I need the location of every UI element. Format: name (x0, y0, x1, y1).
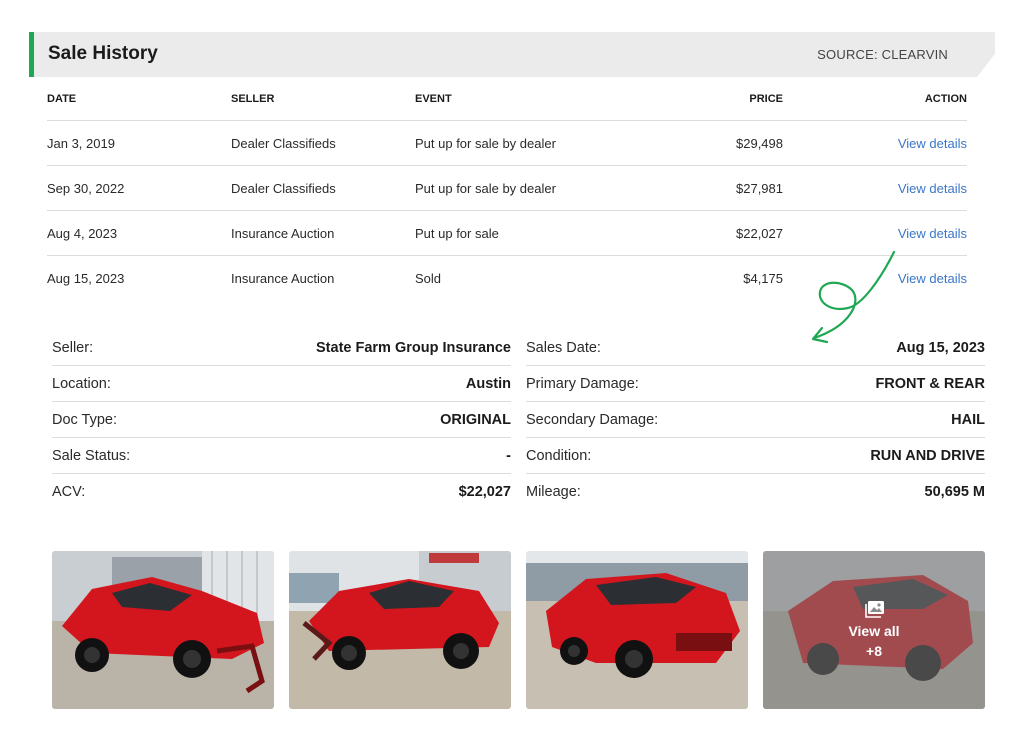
column-header-action: ACTION (924, 92, 967, 105)
detail-value: 50,695 M (924, 484, 985, 500)
column-header-seller: SELLER (231, 92, 275, 105)
view-all-count: +8 (866, 643, 882, 659)
cell-seller: Dealer Classifieds (231, 135, 336, 151)
detail-label: Doc Type: (52, 411, 118, 428)
detail-value: $22,027 (458, 484, 511, 500)
detail-row-mileage: Mileage: 50,695 M (526, 474, 985, 510)
detail-row-sales-date: Sales Date: Aug 15, 2023 (526, 330, 985, 366)
detail-row-primary-damage: Primary Damage: FRONT & REAR (526, 366, 985, 402)
cell-date: Aug 4, 2023 (47, 225, 118, 241)
cell-price: $4,175 (743, 271, 783, 286)
details-right-column: Sales Date: Aug 15, 2023 Primary Damage:… (526, 330, 985, 510)
detail-value: Austin (465, 375, 511, 392)
photo-gallery: View all +8 (52, 551, 985, 709)
vehicle-photo-1[interactable] (52, 551, 274, 709)
detail-row-location: Location: Austin (52, 366, 511, 402)
detail-label: Sale Status: (52, 447, 131, 464)
cell-date: Sep 30, 2022 (47, 180, 125, 196)
detail-row-seller: Seller: State Farm Group Insurance (52, 330, 511, 366)
table-row: Jan 3, 2019 Dealer Classifieds Put up fo… (47, 121, 967, 166)
detail-row-doc-type: Doc Type: ORIGINAL (52, 402, 511, 438)
cell-seller: Insurance Auction (231, 271, 335, 286)
column-header-price: PRICE (749, 92, 783, 105)
view-details-link[interactable]: View details (783, 136, 967, 151)
detail-row-condition: Condition: RUN AND DRIVE (526, 438, 985, 474)
section-title: Sale History (48, 43, 158, 64)
detail-value: Aug 15, 2023 (896, 339, 985, 356)
cell-date: Jan 3, 2019 (47, 135, 115, 151)
column-header-date: DATE (47, 92, 77, 105)
view-details-link[interactable]: View details (783, 181, 967, 196)
detail-value: FRONT & REAR (875, 375, 985, 392)
detail-label: Secondary Damage: (526, 411, 659, 428)
cell-date: Aug 15, 2023 (47, 271, 125, 286)
detail-label: Primary Damage: (526, 375, 639, 392)
cell-price: $29,498 (736, 135, 783, 151)
detail-label: ACV: (52, 484, 86, 500)
cell-price: $22,027 (736, 225, 783, 241)
detail-value: HAIL (951, 411, 985, 428)
detail-row-sale-status: Sale Status: - (52, 438, 511, 474)
cell-event: Put up for sale (415, 225, 499, 241)
cell-price: $27,981 (736, 180, 783, 196)
detail-value: State Farm Group Insurance (316, 339, 511, 356)
detail-label: Location: (52, 375, 111, 392)
detail-value: ORIGINAL (440, 411, 511, 428)
cell-event: Sold (415, 271, 442, 286)
detail-row-secondary-damage: Secondary Damage: HAIL (526, 402, 985, 438)
table-row: Sep 30, 2022 Dealer Classifieds Put up f… (47, 166, 967, 211)
detail-label: Sales Date: (526, 339, 601, 356)
header-accent-bar (29, 32, 34, 77)
view-all-label: View all (848, 623, 900, 639)
cell-seller: Insurance Auction (231, 225, 335, 241)
view-all-photos-button[interactable]: View all +8 (763, 551, 985, 709)
detail-label: Seller: (52, 339, 94, 356)
detail-value: RUN AND DRIVE (870, 447, 985, 464)
sale-details: Seller: State Farm Group Insurance Locat… (52, 330, 985, 510)
table-header: DATE SELLER EVENT PRICE ACTION (47, 77, 967, 121)
detail-label: Condition: (526, 447, 592, 464)
cell-seller: Dealer Classifieds (231, 180, 336, 196)
vehicle-photo-3[interactable] (526, 551, 748, 709)
detail-row-acv: ACV: $22,027 (52, 474, 511, 510)
view-details-link[interactable]: View details (783, 226, 967, 241)
source-label: SOURCE: CLEARVIN (817, 47, 948, 62)
detail-value: - (506, 447, 511, 464)
cell-event: Put up for sale by dealer (415, 180, 556, 196)
gallery-icon (865, 601, 884, 618)
column-header-event: EVENT (415, 92, 452, 105)
details-left-column: Seller: State Farm Group Insurance Locat… (52, 330, 511, 510)
view-all-overlay: View all +8 (763, 551, 985, 709)
cell-event: Put up for sale by dealer (415, 135, 556, 151)
vehicle-photo-2[interactable] (289, 551, 511, 709)
detail-label: Mileage: (526, 484, 581, 500)
